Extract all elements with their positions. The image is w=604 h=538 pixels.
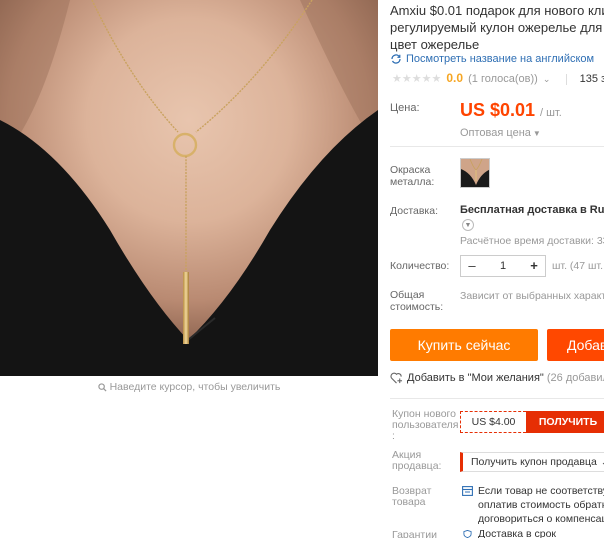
translate-icon bbox=[391, 54, 401, 64]
new-user-coupon: US $4.00 ПОЛУЧИТЬ bbox=[460, 411, 604, 433]
product-title-line: регулируемый кулон ожерелье для ж bbox=[390, 20, 604, 35]
rating-votes[interactable]: (1 голоса(ов)) bbox=[468, 73, 538, 85]
seller-promo-label: Акция продавца: bbox=[392, 449, 442, 472]
return-policy-line: договориться о компенсац bbox=[478, 513, 604, 525]
seller-coupon-dropdown-label[interactable]: Получить купон продавца bbox=[471, 456, 597, 468]
add-to-cart-button[interactable]: Добав bbox=[547, 329, 604, 361]
total-cost-label: Общая стоимость: bbox=[390, 289, 444, 313]
zoom-hint: Наведите курсор, чтобы увеличить bbox=[0, 378, 378, 396]
quantity-increase-button[interactable]: + bbox=[523, 256, 545, 276]
quantity-stepper[interactable]: – 1 + bbox=[460, 255, 546, 277]
product-info-panel: Amxiu $0.01 подарок для нового кли регул… bbox=[390, 0, 604, 538]
chevron-down-icon[interactable]: ⌄ bbox=[543, 74, 551, 84]
color-option-thumbnail[interactable] bbox=[460, 158, 490, 188]
shipping-value[interactable]: Бесплатная доставка в Russi bbox=[460, 204, 604, 216]
guarantee-text: Доставка в срок bbox=[478, 528, 557, 538]
chevron-down-icon[interactable]: ▼ bbox=[462, 219, 474, 231]
product-title-line: Amxiu $0.01 подарок для нового кли bbox=[390, 3, 604, 18]
quantity-input[interactable]: 1 bbox=[483, 256, 523, 276]
seller-coupon-dropdown[interactable]: Получить купон продавца⌄ bbox=[460, 452, 604, 472]
get-coupon-button[interactable]: ПОЛУЧИТЬ bbox=[526, 411, 604, 433]
product-title: Amxiu $0.01 подарок для нового кли регул… bbox=[390, 2, 604, 53]
rating-row: ★★★★★ 0.0 (1 голоса(ов)) ⌄ 135 зака bbox=[392, 70, 604, 86]
product-title-line: цвет ожерелье bbox=[390, 37, 480, 52]
price-unit: / шт. bbox=[540, 107, 562, 119]
translate-link-text[interactable]: Посмотреть название на английском bbox=[406, 53, 594, 65]
rating-value: 0.0 bbox=[446, 71, 464, 85]
total-cost-value: Зависит от выбранных характ bbox=[460, 290, 604, 302]
magnifier-icon bbox=[97, 383, 107, 392]
color-thumbnail-image bbox=[461, 159, 489, 187]
necklace-photo bbox=[0, 0, 378, 376]
price-value: US $0.01 bbox=[460, 100, 536, 120]
caret-down-icon: ▼ bbox=[532, 129, 541, 138]
heart-plus-icon bbox=[390, 372, 403, 384]
add-to-wishlist[interactable]: Добавить в "Мои желания" (26 добавили bbox=[390, 372, 604, 384]
return-policy-label: Возврат товара bbox=[392, 485, 432, 508]
product-image[interactable] bbox=[0, 0, 378, 376]
quantity-label: Количество: bbox=[390, 260, 450, 272]
quantity-decrease-button[interactable]: – bbox=[461, 256, 483, 276]
return-policy-line: Если товар не соответству bbox=[478, 485, 604, 497]
wholesale-label[interactable]: Оптовая цена bbox=[460, 127, 531, 139]
return-policy-text: Если товар не соответству оплатив стоимо… bbox=[478, 484, 604, 526]
return-policy-line: оплатив стоимость обратн bbox=[478, 499, 604, 511]
divider bbox=[565, 73, 567, 85]
new-user-coupon-label: Купон нового пользователя : bbox=[392, 408, 459, 442]
delivery-time: Расчётное время доставки: 33 bbox=[460, 235, 604, 247]
return-policy-icon bbox=[462, 486, 473, 496]
divider bbox=[390, 398, 604, 399]
divider bbox=[390, 146, 604, 147]
coupon-amount: US $4.00 bbox=[460, 411, 526, 433]
translate-link[interactable]: Посмотреть название на английском bbox=[390, 53, 594, 65]
stock-available: шт. (47 шт. bbox=[552, 260, 603, 272]
wholesale-price-toggle[interactable]: Оптовая цена ▼ bbox=[460, 127, 541, 139]
rating-stars: ★★★★★ bbox=[392, 73, 442, 85]
shipping-label: Доставка: bbox=[390, 205, 439, 217]
price-label: Цена: bbox=[390, 102, 420, 114]
shield-icon bbox=[463, 530, 472, 538]
buy-now-button[interactable]: Купить сейчас bbox=[390, 329, 538, 361]
wishlist-count: (26 добавили bbox=[546, 372, 604, 384]
color-label: Окраска металла: bbox=[390, 164, 435, 188]
guarantee-label: Гарантии bbox=[392, 529, 437, 538]
wishlist-label[interactable]: Добавить в "Мои желания" bbox=[407, 372, 544, 384]
zoom-hint-text: Наведите курсор, чтобы увеличить bbox=[109, 381, 281, 393]
orders-count: 135 зака bbox=[579, 73, 604, 85]
